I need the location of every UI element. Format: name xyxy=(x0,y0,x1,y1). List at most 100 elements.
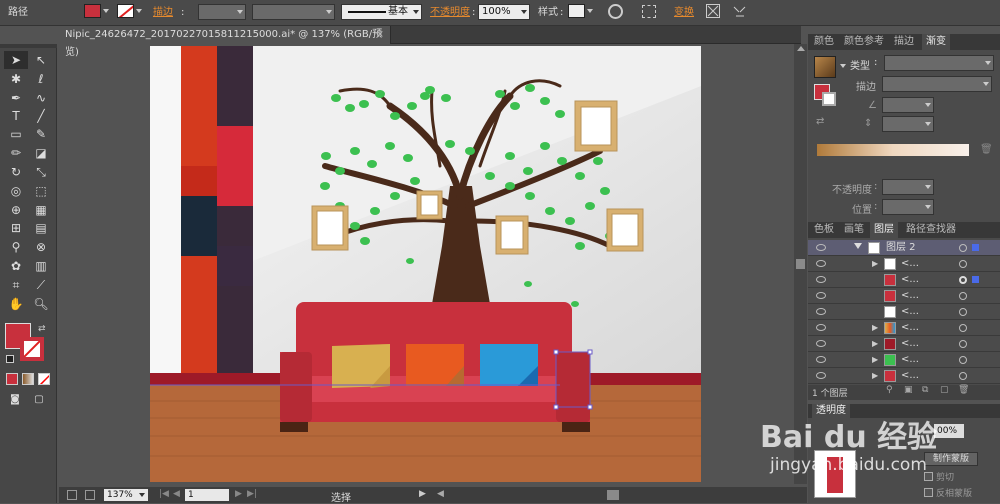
zoom-dropdown-icon[interactable] xyxy=(139,493,145,497)
tab-gradient[interactable]: 渐变 xyxy=(922,34,950,50)
draw-normal-icon[interactable]: ◙ xyxy=(3,390,27,408)
eye-icon[interactable] xyxy=(816,324,826,331)
new-sublayer-icon[interactable]: ⧉ xyxy=(922,385,928,395)
list-item[interactable]: <... xyxy=(808,304,1000,320)
new-layer-icon[interactable]: ▢ xyxy=(940,385,949,395)
mesh-icon[interactable]: ⊞ xyxy=(4,219,28,237)
curvature-icon[interactable]: ∿ xyxy=(29,89,53,107)
share-icon[interactable] xyxy=(85,490,95,500)
stroke-dropdown[interactable] xyxy=(134,4,144,20)
close-icon[interactable]: × xyxy=(376,26,384,44)
eraser-icon[interactable]: ◪ xyxy=(29,144,53,162)
tab-swatches[interactable]: 色板 xyxy=(810,222,838,238)
fill-swatch[interactable] xyxy=(84,4,101,18)
location-field[interactable] xyxy=(882,199,934,215)
swap-colors-icon[interactable]: ⇄ xyxy=(38,324,46,334)
list-item[interactable]: ▶ <... xyxy=(808,352,1000,368)
shape-builder-icon[interactable]: ⊕ xyxy=(4,201,28,219)
target-icon[interactable] xyxy=(959,372,967,380)
gradient-preset-dropdown-icon[interactable] xyxy=(840,64,846,68)
tab-pathfinder[interactable]: 路径查找器 xyxy=(902,222,960,238)
trash-icon[interactable]: 🗑︎ xyxy=(980,144,993,155)
layer-row[interactable]: 图层 2 xyxy=(808,240,1000,256)
graph-tool-icon[interactable]: ▥ xyxy=(29,257,53,275)
next-page-icon[interactable]: ▶ xyxy=(235,489,242,499)
tab-layers[interactable]: 图层 xyxy=(870,222,898,238)
fill-dropdown[interactable] xyxy=(101,4,111,20)
gradient-tool-icon[interactable]: ▤ xyxy=(29,219,53,237)
target-icon[interactable] xyxy=(959,276,967,284)
selection-tool-icon[interactable]: ➤ xyxy=(4,51,28,69)
stroke-weight-field[interactable] xyxy=(198,4,246,20)
symbol-sprayer-icon[interactable]: ✿ xyxy=(4,257,28,275)
expand-icon[interactable]: ▶ xyxy=(872,336,878,352)
artboard-nav-icon[interactable] xyxy=(67,490,77,500)
list-item[interactable]: <... xyxy=(808,272,1000,288)
warp-icon[interactable]: ◎ xyxy=(4,182,28,200)
screen-mode-icon[interactable]: ▢ xyxy=(27,390,51,408)
hand-tool-icon[interactable]: ✋ xyxy=(4,295,28,313)
paintbrush-icon[interactable]: ✎ xyxy=(29,125,53,143)
eye-icon[interactable] xyxy=(816,340,826,347)
status-menu-icon[interactable]: ▶ xyxy=(419,489,426,499)
eye-icon[interactable] xyxy=(816,308,826,315)
vertical-scroll-thumb[interactable] xyxy=(796,259,805,269)
reverse-gradient-icon[interactable]: ⇄ xyxy=(816,116,824,127)
expand-icon[interactable] xyxy=(854,243,862,249)
isolate-icon[interactable] xyxy=(706,4,720,18)
list-item[interactable]: ▶ <... xyxy=(808,368,1000,384)
delete-layer-icon[interactable]: 🗑︎ xyxy=(958,385,969,395)
list-item[interactable]: ▶ <... xyxy=(808,256,1000,272)
gradient-opacity-field[interactable] xyxy=(882,179,934,195)
blend-icon[interactable]: ⊗ xyxy=(29,238,53,256)
transform-link[interactable]: 变换 xyxy=(674,4,694,21)
direct-selection-icon[interactable]: ↖ xyxy=(29,51,53,69)
horizontal-scroll-thumb[interactable] xyxy=(607,490,619,500)
graphic-style-dropdown[interactable] xyxy=(585,4,595,20)
target-icon[interactable] xyxy=(959,244,967,252)
opacity-field[interactable]: 100% xyxy=(478,4,530,20)
clipping-mask-icon[interactable]: ▣ xyxy=(904,385,913,395)
target-icon[interactable] xyxy=(959,356,967,364)
first-page-icon[interactable]: |◀ xyxy=(159,489,169,499)
locate-object-icon[interactable]: ⚲ xyxy=(886,385,893,395)
list-item[interactable]: ▶ <... xyxy=(808,336,1000,352)
transparency-opacity-field[interactable]: 00% xyxy=(934,424,964,438)
default-colors-icon[interactable] xyxy=(6,355,14,363)
tab-color-guide[interactable]: 颜色参考 xyxy=(840,34,888,50)
target-icon[interactable] xyxy=(959,292,967,300)
target-icon[interactable] xyxy=(959,260,967,268)
zoom-tool-icon[interactable]: 🔍︎ xyxy=(29,295,53,313)
layer-name[interactable]: 图层 2 xyxy=(886,240,916,256)
expand-icon[interactable]: ▶ xyxy=(872,368,878,384)
perspective-icon[interactable]: ▦ xyxy=(29,201,53,219)
stroke-label[interactable]: 描边 xyxy=(153,4,173,21)
target-icon[interactable] xyxy=(959,324,967,332)
free-transform-icon[interactable]: ⬚ xyxy=(29,182,53,200)
eye-icon[interactable] xyxy=(816,244,826,251)
stroke-color-icon[interactable] xyxy=(20,337,44,361)
gradient-slider[interactable] xyxy=(817,144,969,156)
eyedropper-icon[interactable]: ⚲ xyxy=(4,238,28,256)
type-tool-icon[interactable]: T xyxy=(4,107,28,125)
opacity-label[interactable]: 不透明度 xyxy=(430,4,470,21)
graphic-style-swatch[interactable] xyxy=(568,4,585,18)
eye-icon[interactable] xyxy=(816,260,826,267)
distribute-icon[interactable] xyxy=(732,4,748,18)
expand-icon[interactable]: ▶ xyxy=(872,256,878,272)
eye-icon[interactable] xyxy=(816,356,826,363)
tab-color[interactable]: 颜色 xyxy=(810,34,838,50)
variable-width-dropdown[interactable] xyxy=(252,4,335,20)
target-icon[interactable] xyxy=(959,340,967,348)
document-tab[interactable]: Nipic_24626472_20170227015811215000.ai* … xyxy=(59,26,391,58)
expand-icon[interactable]: ▶ xyxy=(872,352,878,368)
rotate-icon[interactable]: ↻ xyxy=(4,163,28,181)
pen-tool-icon[interactable]: ✒ xyxy=(4,89,28,107)
list-item[interactable]: <... xyxy=(808,288,1000,304)
align-icon[interactable] xyxy=(642,5,656,18)
eye-icon[interactable] xyxy=(816,292,826,299)
rectangle-tool-icon[interactable]: ▭ xyxy=(4,125,28,143)
page-field[interactable]: 1 xyxy=(185,489,229,501)
expand-icon[interactable]: ▶ xyxy=(872,320,878,336)
magic-wand-icon[interactable]: ✱ xyxy=(4,70,28,88)
